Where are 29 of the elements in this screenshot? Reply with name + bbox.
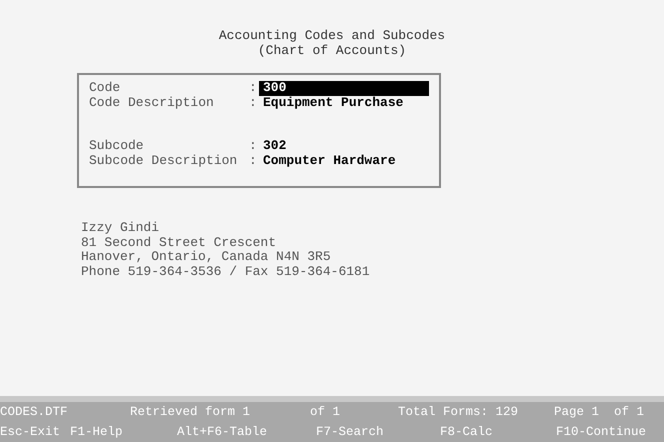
field-label: Subcode Description — [89, 154, 238, 168]
colon: : — [249, 81, 258, 96]
address-line: Phone 519-364-3536 / Fax 519-364-6181 — [81, 264, 371, 279]
field-value[interactable]: Equipment Purchase — [259, 96, 404, 110]
key-hint[interactable]: Esc-Exit — [0, 424, 70, 440]
field-label: Code — [89, 81, 122, 96]
key-hint[interactable]: Alt+F6-Table — [177, 424, 316, 440]
colon: : — [249, 96, 258, 110]
screen-title: (Chart of Accounts) — [258, 44, 406, 58]
field-label: Subcode — [89, 139, 145, 154]
address-line: Hanover, Ontario, Canada N4N 3R5 — [81, 250, 332, 264]
status-text: CODES.DTF — [0, 404, 69, 420]
screen-title: Accounting Codes and Subcodes — [218, 29, 446, 44]
status-text: Retrieved form 1 — [130, 404, 252, 420]
status-text: Total Forms: 129 — [398, 404, 520, 420]
address-line: Izzy Gindi — [81, 221, 160, 236]
key-hint[interactable]: F10-Continue — [556, 424, 664, 440]
key-hint[interactable]: F7-Search — [316, 424, 440, 440]
status-text: of 1 — [310, 404, 342, 420]
field-label: Code Description — [89, 96, 215, 110]
field-value[interactable]: 302 — [259, 139, 286, 154]
colon: : — [249, 154, 258, 168]
key-hint[interactable]: F1-Help — [70, 424, 177, 440]
status-text: Page 1 of 1 — [554, 404, 646, 420]
field-value[interactable]: Computer Hardware — [259, 154, 396, 168]
address-line: 81 Second Street Crescent — [81, 236, 278, 250]
key-hint[interactable]: F8-Calc — [440, 424, 556, 440]
field-value[interactable]: 300 — [259, 81, 429, 96]
colon: : — [249, 139, 258, 154]
